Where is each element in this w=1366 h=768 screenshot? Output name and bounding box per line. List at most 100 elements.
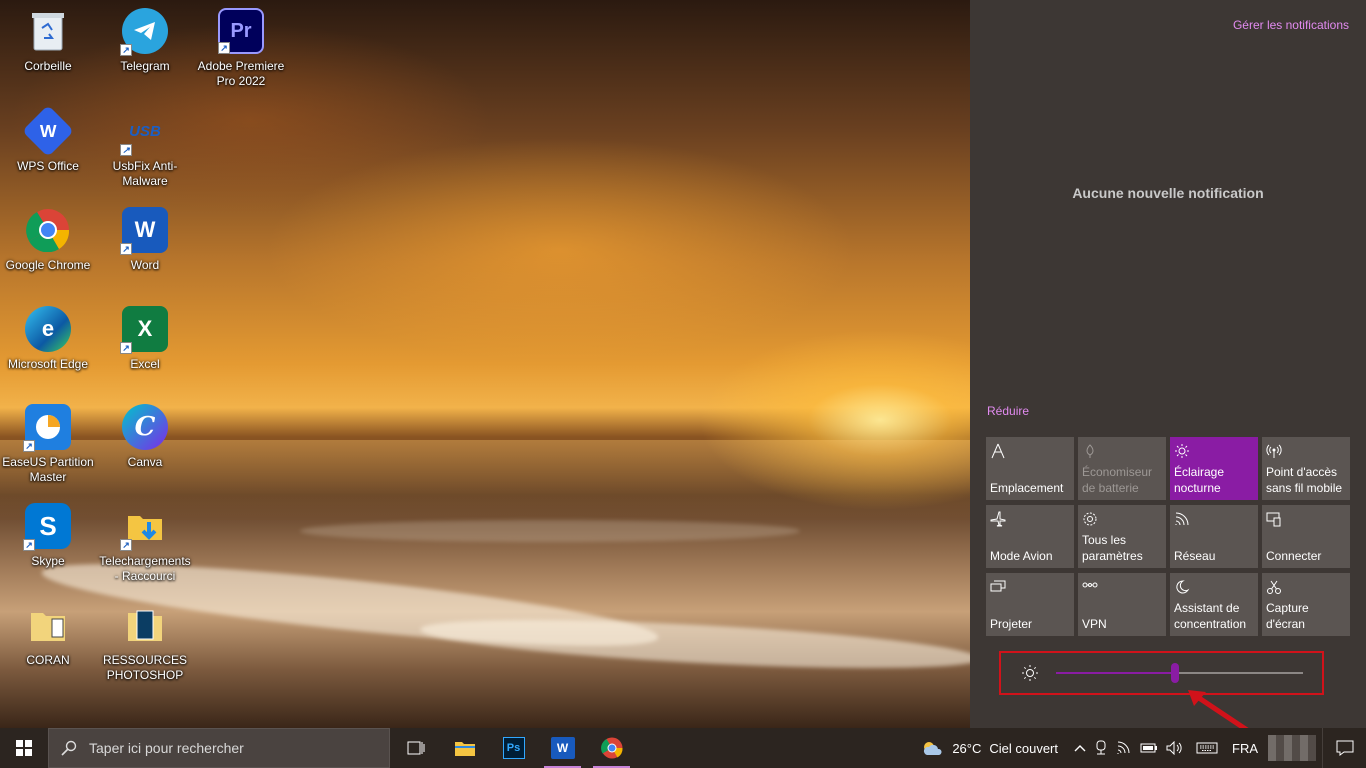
focus-assist-icon <box>1174 579 1192 597</box>
telegram-icon: ↗ <box>120 8 168 56</box>
tray-meet-now[interactable] <box>1094 740 1108 756</box>
desktop-icon-label: Adobe Premiere Pro 2022 <box>197 59 285 88</box>
webcam-icon <box>1096 740 1106 755</box>
weather-condition: Ciel couvert <box>989 740 1058 756</box>
shortcut-arrow-icon: ↗ <box>120 44 132 56</box>
notification-icon <box>1336 740 1353 756</box>
edge-icon: e <box>25 306 71 352</box>
tile-screen-snip[interactable]: Capture d'écran <box>1262 573 1350 636</box>
show-hidden-icons-button[interactable] <box>1074 744 1086 752</box>
tray-volume[interactable] <box>1166 741 1184 755</box>
easeus-icon: ↗ <box>23 404 71 452</box>
desktop-icon-label: Skype <box>31 554 65 568</box>
tile-network[interactable]: Réseau <box>1170 505 1258 568</box>
desktop-icon-ressources-photoshop[interactable]: RESSOURCES PHOTOSHOP <box>97 602 193 683</box>
brightness-slider[interactable] <box>1056 663 1303 683</box>
tray-network[interactable] <box>1116 741 1132 755</box>
start-button[interactable] <box>0 728 48 768</box>
tile-battery-saver[interactable]: Économiseur de batterie <box>1078 437 1166 500</box>
tile-label: Mode Avion <box>990 549 1053 563</box>
desktop-icon-label: Telegram <box>120 59 170 73</box>
network-icon <box>1174 511 1192 529</box>
tile-project[interactable]: Projeter <box>986 573 1074 636</box>
desktop-icon-label: Corbeille <box>24 59 72 73</box>
tile-location[interactable]: Emplacement <box>986 437 1074 500</box>
manage-notifications-link[interactable]: Gérer les notifications <box>1233 18 1349 32</box>
tile-label: Tous les paramètres <box>1082 533 1143 563</box>
taskbar-chrome[interactable] <box>587 728 636 768</box>
tile-night-light[interactable]: Éclairage nocturne <box>1170 437 1258 500</box>
premiere-pro-icon: Pr ↗ <box>218 8 264 54</box>
desktop-icon-word[interactable]: W ↗ Word <box>97 207 193 273</box>
tile-all-settings[interactable]: Tous les paramètres <box>1078 505 1166 568</box>
tile-connect[interactable]: Connecter <box>1262 505 1350 568</box>
tile-airplane-mode[interactable]: Mode Avion <box>986 505 1074 568</box>
desktop-icon-label: Word <box>130 258 160 272</box>
desktop-icon-label: RESSOURCES PHOTOSHOP <box>102 653 188 682</box>
desktop-icon-easeus[interactable]: ↗ EaseUS Partition Master <box>0 404 96 485</box>
desktop-icon-edge[interactable]: e Microsoft Edge <box>0 306 96 372</box>
desktop-icon-label: Microsoft Edge <box>7 357 89 371</box>
brightness-slider-container <box>999 651 1324 695</box>
night-light-icon <box>1174 443 1192 461</box>
connect-icon <box>1266 511 1284 529</box>
collapse-link[interactable]: Réduire <box>987 404 1029 418</box>
weather-widget[interactable]: 26°C Ciel couvert <box>921 740 1058 756</box>
touch-keyboard-button[interactable] <box>1196 742 1218 754</box>
wps-office-icon: W <box>21 104 75 158</box>
desktop-icon-corbeille[interactable]: Corbeille <box>0 8 96 74</box>
tray-battery[interactable] <box>1140 742 1158 754</box>
clock-blurred[interactable] <box>1268 735 1316 761</box>
hotspot-icon <box>1266 443 1284 461</box>
battery-icon <box>1140 743 1157 753</box>
tile-focus-assist[interactable]: Assistant de concentration <box>1170 573 1258 636</box>
desktop-icon-usbfix[interactable]: USB ↗ UsbFix Anti-Malware <box>97 108 193 189</box>
desktop-icon-label: CORAN <box>26 653 70 667</box>
folder-icon <box>122 602 168 648</box>
taskbar-word[interactable]: W <box>538 728 587 768</box>
tile-vpn[interactable]: VPN <box>1078 573 1166 636</box>
brightness-slider-thumb[interactable] <box>1170 663 1179 683</box>
shortcut-arrow-icon: ↗ <box>23 440 35 452</box>
shortcut-arrow-icon: ↗ <box>218 42 230 54</box>
desktop-icon-label: UsbFix Anti-Malware <box>112 159 178 188</box>
desktop-icon-chrome[interactable]: Google Chrome <box>0 207 96 273</box>
desktop-icon-telegram[interactable]: ↗ Telegram <box>97 8 193 74</box>
tile-label: Capture d'écran <box>1266 601 1309 631</box>
cloudy-weather-icon <box>924 742 942 755</box>
tile-label: Assistant de concentration <box>1174 601 1247 631</box>
tile-label: Éclairage nocturne <box>1174 465 1225 495</box>
desktop-icon-excel[interactable]: X ↗ Excel <box>97 306 193 372</box>
chevron-up-icon <box>1074 745 1086 752</box>
airplane-icon <box>990 511 1008 529</box>
taskbar-file-explorer[interactable] <box>440 728 489 768</box>
desktop-icon-skype[interactable]: S ↗ Skype <box>0 503 96 569</box>
desktop-icon-label: Telechargements - Raccourci <box>99 554 191 583</box>
action-center-panel: Gérer les notifications Aucune nouvelle … <box>970 0 1366 728</box>
tile-label: VPN <box>1082 617 1107 631</box>
search-placeholder: Taper ici pour rechercher <box>89 740 244 756</box>
desktop-icon-premiere[interactable]: Pr ↗ Adobe Premiere Pro 2022 <box>193 8 289 89</box>
tile-mobile-hotspot[interactable]: Point d'accès sans fil mobile <box>1262 437 1350 500</box>
downloads-folder-icon: ↗ <box>120 503 168 551</box>
action-center-button[interactable] <box>1322 728 1366 768</box>
desktop-icon-coran[interactable]: CORAN <box>0 602 96 668</box>
taskbar-task-view[interactable] <box>391 728 440 768</box>
shortcut-arrow-icon: ↗ <box>120 144 132 156</box>
wifi-icon <box>1117 741 1130 754</box>
taskbar-search-box[interactable]: Taper ici pour rechercher <box>48 728 390 768</box>
task-view-icon <box>407 741 424 755</box>
desktop-icon-downloads[interactable]: ↗ Telechargements - Raccourci <box>97 503 193 584</box>
usbfix-icon: USB ↗ <box>120 108 168 156</box>
battery-saver-icon <box>1082 443 1100 461</box>
tile-label: Économiseur de batterie <box>1082 465 1153 495</box>
input-language-indicator[interactable]: FRA <box>1232 741 1258 756</box>
brightness-sun-icon <box>1022 665 1038 681</box>
desktop-icon-wps[interactable]: W WPS Office <box>0 104 96 174</box>
canva-icon: C <box>122 404 168 450</box>
desktop-icon-canva[interactable]: C Canva <box>97 404 193 470</box>
windows-logo-icon <box>16 740 32 756</box>
wave-foam <box>300 520 800 542</box>
shortcut-arrow-icon: ↗ <box>120 243 132 255</box>
taskbar-photoshop[interactable]: Ps <box>489 728 538 768</box>
